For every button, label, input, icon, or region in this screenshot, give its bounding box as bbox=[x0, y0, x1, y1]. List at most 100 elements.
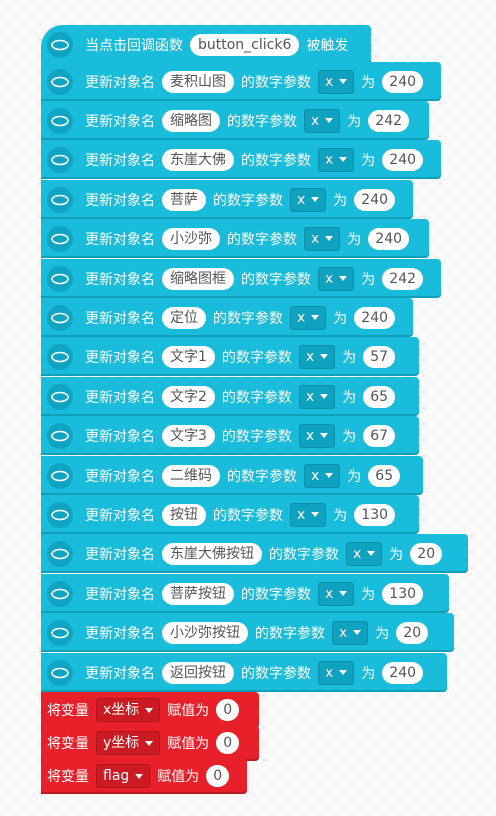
eye-ellipse-icon bbox=[47, 659, 73, 686]
param-dropdown[interactable]: x bbox=[290, 502, 327, 527]
object-name-field[interactable]: 东崖大佛 bbox=[162, 148, 234, 171]
update-prefix-label: 更新对象名 bbox=[85, 152, 155, 169]
param-dropdown[interactable]: x bbox=[346, 541, 383, 566]
object-name-field[interactable]: 东崖大佛按钮 bbox=[162, 542, 262, 565]
value-field[interactable]: 65 bbox=[363, 385, 396, 408]
value-field[interactable]: 0 bbox=[206, 765, 230, 787]
value-field[interactable]: 130 bbox=[382, 582, 424, 605]
object-name-field[interactable]: 二维码 bbox=[162, 464, 220, 487]
value-field[interactable]: 20 bbox=[410, 542, 443, 565]
set-variable-block[interactable]: 将变量 x坐标 赋值为 0 bbox=[41, 692, 259, 728]
callback-name-field[interactable]: button_click6 bbox=[190, 34, 300, 56]
value-field[interactable]: 242 bbox=[368, 109, 410, 132]
update-block[interactable]: 更新对象名 菩萨按钮 的数字参数 x 为 130 bbox=[41, 574, 449, 613]
value-field[interactable]: 240 bbox=[382, 661, 424, 684]
event-hat-block[interactable]: 当点击回调函数 button_click6 被触发 bbox=[41, 25, 371, 65]
value-field[interactable]: 240 bbox=[368, 227, 410, 250]
update-block[interactable]: 更新对象名 麦积山图 的数字参数 x 为 240 bbox=[41, 62, 441, 101]
to-label: 为 bbox=[333, 192, 348, 209]
set-variable-block[interactable]: 将变量 y坐标 赋值为 0 bbox=[41, 725, 259, 761]
param-label: 的数字参数 bbox=[241, 586, 311, 603]
object-name-field[interactable]: 缩略图 bbox=[162, 109, 220, 132]
param-value: x bbox=[325, 585, 334, 602]
set-var-prefix: 将变量 bbox=[47, 703, 89, 719]
object-name-field[interactable]: 缩略图框 bbox=[162, 267, 234, 290]
to-label: 为 bbox=[342, 389, 357, 406]
update-block[interactable]: 更新对象名 东崖大佛按钮 的数字参数 x 为 20 bbox=[41, 534, 468, 573]
value-field[interactable]: 130 bbox=[354, 503, 396, 526]
param-dropdown[interactable]: x bbox=[318, 147, 355, 172]
object-name-field[interactable]: 菩萨按钮 bbox=[162, 582, 234, 605]
param-dropdown[interactable]: x bbox=[304, 108, 341, 133]
object-name-field[interactable]: 文字2 bbox=[162, 385, 215, 408]
value-field[interactable]: 57 bbox=[363, 345, 396, 368]
update-block[interactable]: 更新对象名 文字2 的数字参数 x 为 65 bbox=[41, 377, 419, 416]
value-field[interactable]: 20 bbox=[396, 621, 429, 644]
value-field[interactable]: 0 bbox=[216, 699, 240, 721]
to-label: 为 bbox=[361, 665, 376, 682]
assign-label: 赋值为 bbox=[157, 769, 200, 785]
variable-dropdown[interactable]: y坐标 bbox=[96, 731, 161, 755]
param-dropdown[interactable]: x bbox=[304, 463, 341, 488]
object-name-field[interactable]: 返回按钮 bbox=[162, 661, 234, 684]
update-block[interactable]: 更新对象名 小沙弥按钮 的数字参数 x 为 20 bbox=[41, 613, 454, 652]
object-name-field[interactable]: 小沙弥 bbox=[162, 227, 220, 250]
eye-ellipse-icon bbox=[47, 68, 73, 95]
param-value: x bbox=[311, 230, 320, 247]
update-block[interactable]: 更新对象名 按钮 的数字参数 x 为 130 bbox=[41, 495, 419, 534]
param-dropdown[interactable]: x bbox=[304, 226, 341, 251]
eye-ellipse-icon bbox=[47, 383, 73, 410]
to-label: 为 bbox=[342, 428, 357, 445]
update-block[interactable]: 更新对象名 定位 的数字参数 x 为 240 bbox=[41, 298, 413, 337]
caret-down-icon bbox=[325, 236, 334, 241]
update-block[interactable]: 更新对象名 缩略图 的数字参数 x 为 242 bbox=[41, 101, 429, 140]
update-block[interactable]: 更新对象名 缩略图框 的数字参数 x 为 242 bbox=[41, 259, 441, 298]
update-block[interactable]: 更新对象名 二维码 的数字参数 x 为 65 bbox=[41, 456, 423, 495]
value-field[interactable]: 240 bbox=[354, 306, 396, 329]
variable-name: y坐标 bbox=[103, 735, 140, 751]
param-label: 的数字参数 bbox=[255, 625, 325, 642]
object-name-field[interactable]: 菩萨 bbox=[162, 188, 206, 211]
update-block[interactable]: 更新对象名 文字1 的数字参数 x 为 57 bbox=[41, 337, 419, 376]
param-dropdown[interactable]: x bbox=[290, 187, 327, 212]
param-dropdown[interactable]: x bbox=[298, 384, 336, 409]
param-dropdown[interactable]: x bbox=[290, 305, 327, 330]
param-dropdown[interactable]: x bbox=[318, 581, 355, 606]
param-dropdown[interactable]: x bbox=[318, 69, 355, 94]
param-label: 的数字参数 bbox=[227, 231, 297, 248]
param-dropdown[interactable]: x bbox=[318, 266, 355, 291]
eye-ellipse-icon bbox=[47, 540, 73, 567]
param-label: 的数字参数 bbox=[269, 546, 339, 563]
event-suffix: 被触发 bbox=[306, 38, 349, 54]
variable-dropdown[interactable]: x坐标 bbox=[96, 698, 161, 722]
value-field[interactable]: 67 bbox=[363, 424, 396, 447]
param-dropdown[interactable]: x bbox=[318, 660, 355, 685]
value-field[interactable]: 65 bbox=[368, 464, 401, 487]
value-field[interactable]: 240 bbox=[382, 70, 424, 93]
value-field[interactable]: 240 bbox=[382, 148, 424, 171]
update-block[interactable]: 更新对象名 返回按钮 的数字参数 x 为 240 bbox=[41, 653, 447, 692]
set-variable-block[interactable]: 将变量 flag 赋值为 0 bbox=[41, 758, 247, 794]
param-dropdown[interactable]: x bbox=[332, 620, 369, 645]
caret-down-icon bbox=[311, 315, 320, 320]
caret-down-icon bbox=[311, 197, 320, 202]
param-value: x bbox=[305, 348, 315, 365]
caret-down-icon bbox=[311, 512, 320, 517]
update-block[interactable]: 更新对象名 文字3 的数字参数 x 为 67 bbox=[41, 416, 419, 455]
variable-dropdown[interactable]: flag bbox=[96, 764, 151, 788]
caret-down-icon bbox=[320, 354, 329, 359]
value-field[interactable]: 240 bbox=[354, 188, 396, 211]
object-name-field[interactable]: 文字3 bbox=[162, 424, 215, 447]
object-name-field[interactable]: 按钮 bbox=[162, 503, 206, 526]
param-dropdown[interactable]: x bbox=[298, 423, 336, 448]
object-name-field[interactable]: 定位 bbox=[162, 306, 206, 329]
object-name-field[interactable]: 文字1 bbox=[162, 345, 215, 368]
object-name-field[interactable]: 麦积山图 bbox=[162, 70, 234, 93]
param-dropdown[interactable]: x bbox=[298, 344, 336, 369]
update-block[interactable]: 更新对象名 小沙弥 的数字参数 x 为 240 bbox=[41, 219, 429, 258]
update-block[interactable]: 更新对象名 菩萨 的数字参数 x 为 240 bbox=[41, 180, 413, 219]
update-block[interactable]: 更新对象名 东崖大佛 的数字参数 x 为 240 bbox=[41, 140, 441, 179]
value-field[interactable]: 0 bbox=[216, 732, 240, 754]
object-name-field[interactable]: 小沙弥按钮 bbox=[162, 621, 248, 644]
value-field[interactable]: 242 bbox=[382, 267, 424, 290]
